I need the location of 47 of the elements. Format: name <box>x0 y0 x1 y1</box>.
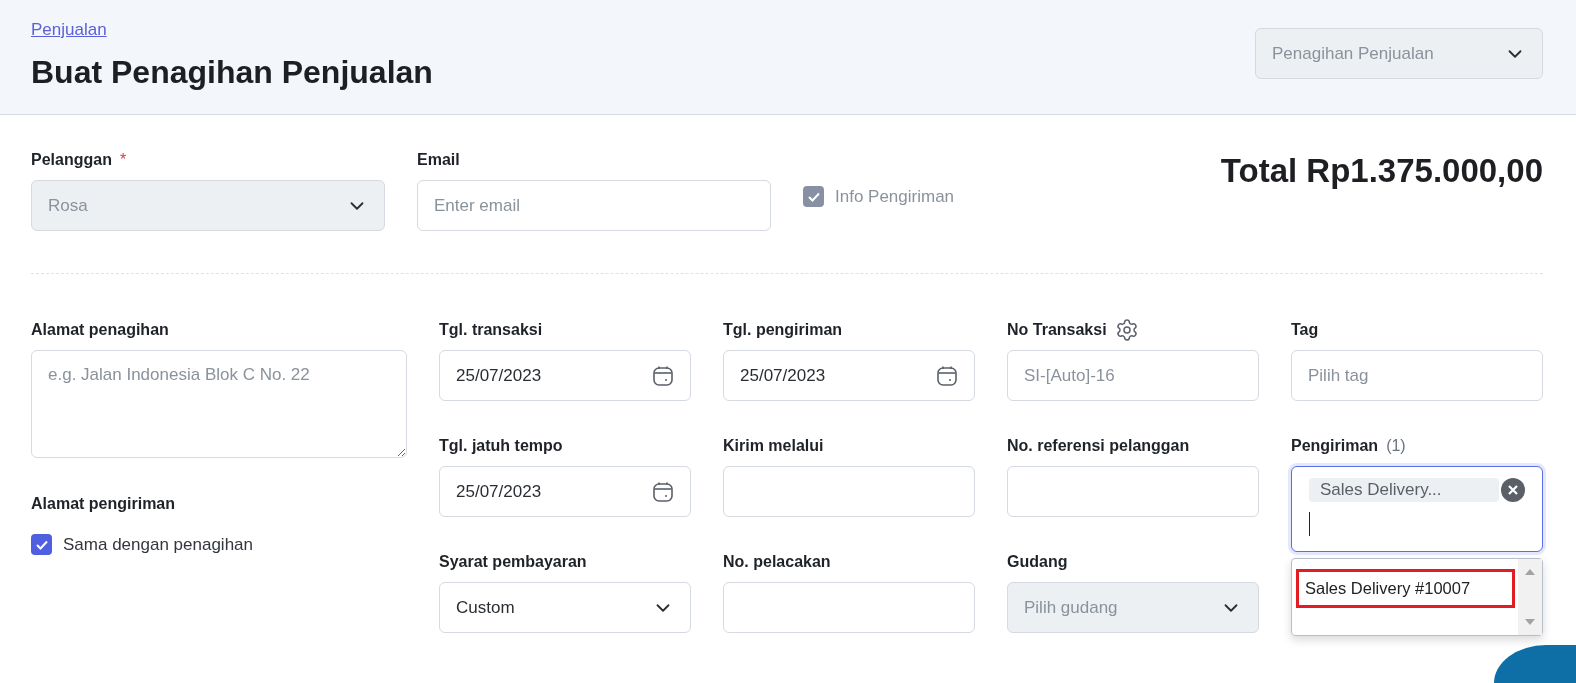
field-label: Email <box>417 151 460 169</box>
field-label: Alamat penagihan <box>31 321 169 339</box>
floating-action-button[interactable] <box>1494 645 1576 683</box>
field-label: No Transaksi <box>1007 321 1107 339</box>
text-cursor <box>1309 512 1310 536</box>
multi-select-field[interactable]: Sales Delivery... <box>1291 466 1543 552</box>
settings-icon[interactable] <box>1114 318 1139 342</box>
text-field[interactable] <box>723 466 975 517</box>
total-amount: Total Rp1.375.000,00 <box>1220 151 1543 190</box>
checkbox[interactable] <box>31 534 52 555</box>
selected-tag: Sales Delivery... <box>1309 478 1499 502</box>
field-label: Pengiriman <box>1291 437 1379 455</box>
date-field[interactable]: 25/07/2023 <box>439 350 691 401</box>
scroll-down-icon[interactable] <box>1525 619 1535 625</box>
field-label: Gudang <box>1007 553 1068 571</box>
calendar-icon <box>652 364 674 387</box>
date-field[interactable]: 25/07/2023 <box>439 466 691 517</box>
dropdown-option[interactable]: Sales Delivery #10007 <box>1299 572 1512 605</box>
breadcrumb-link[interactable]: Penjualan <box>31 20 107 40</box>
text-field[interactable]: Pilih tag <box>1291 350 1543 401</box>
remove-icon[interactable] <box>1501 478 1525 502</box>
scroll-up-icon[interactable] <box>1525 569 1535 575</box>
billing-address-field[interactable]: e.g. Jalan Indonesia Blok C No. 22 <box>31 350 407 458</box>
field-label: Alamat pengiriman <box>31 495 176 513</box>
field-label: Tgl. jatuh tempo <box>439 437 563 455</box>
field-label: No. referensi pelanggan <box>1007 437 1190 455</box>
date-field[interactable]: 25/07/2023 <box>723 350 975 401</box>
field-label: Kirim melalui <box>723 437 824 455</box>
select-field[interactable]: Custom <box>439 582 691 633</box>
field-label: Tgl. transaksi <box>439 321 543 339</box>
checkbox-label: Info Pengiriman <box>835 186 955 207</box>
field-label: Tgl. pengiriman <box>723 321 843 339</box>
required-mark: * <box>119 151 127 169</box>
email-field[interactable]: Enter email <box>417 180 771 231</box>
field-label: Tag <box>1291 321 1319 339</box>
text-field[interactable] <box>723 582 975 633</box>
checkbox-label: Sama dengan penagihan <box>63 534 253 555</box>
text-field[interactable] <box>1007 466 1259 517</box>
field-label: No. pelacakan <box>723 553 831 571</box>
calendar-icon <box>652 480 674 503</box>
page-title: Buat Penagihan Penjualan <box>31 54 433 91</box>
field-label: Syarat pembayaran <box>439 553 587 571</box>
field-label: Pelanggan <box>31 151 112 169</box>
scrollbar[interactable] <box>1518 559 1542 635</box>
calendar-icon <box>936 364 958 387</box>
text-field[interactable]: SI-[Auto]-16 <box>1007 350 1259 401</box>
count-text: (1) <box>1386 437 1406 455</box>
